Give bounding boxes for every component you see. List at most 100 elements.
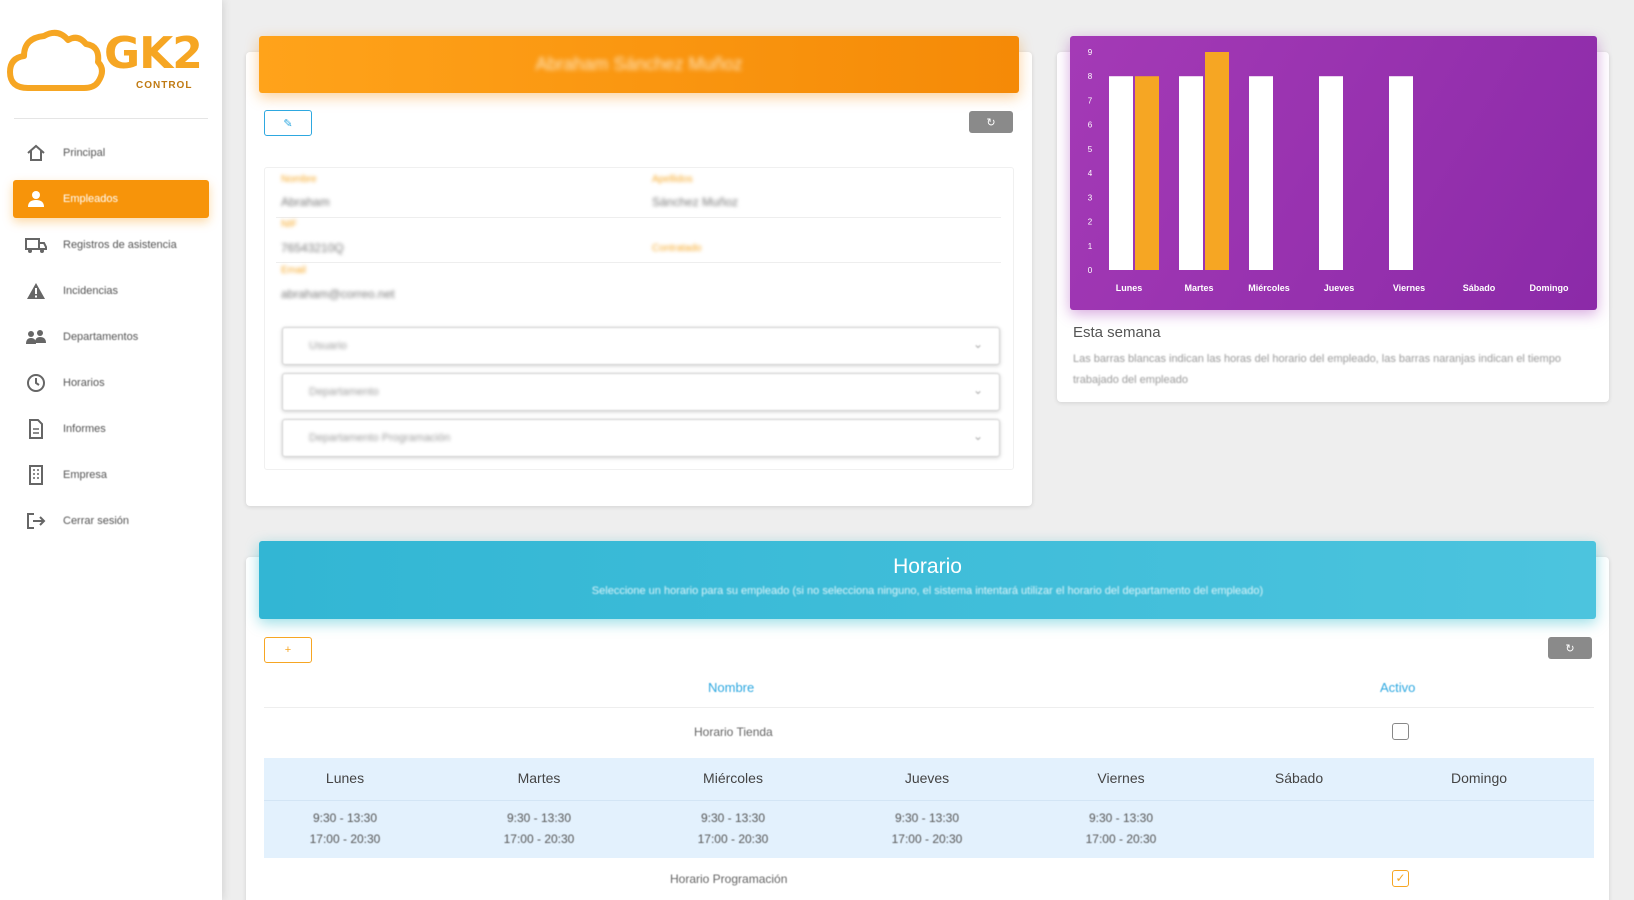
column-header-nombre[interactable]: Nombre <box>708 680 754 695</box>
sidebar-item-label: Empresa <box>63 469 108 481</box>
sidebar-divider <box>14 118 208 119</box>
department-select-value: Departamento <box>309 386 379 398</box>
day-header: Lunes <box>325 770 365 786</box>
sidebar-item-horarios[interactable]: Horarios <box>13 364 209 402</box>
user-select-value: Usuario <box>309 340 347 352</box>
weekly-hours-chart: 0 1 2 3 4 5 6 7 8 9 Lunes Martes Miércoles Jueves Vier… <box>1070 36 1597 310</box>
day-separator <box>264 800 1594 801</box>
department-select[interactable]: Departamento ⌄ <box>282 373 1000 411</box>
pencil-icon: ✎ <box>283 117 293 130</box>
sidebar: GK2 CONTROL Principal Empleados Registro… <box>0 0 222 900</box>
day-header: Martes <box>517 770 561 786</box>
user-icon <box>25 189 47 209</box>
employee-name: Abraham Sánchez Muñoz <box>535 54 743 74</box>
y-tick-label: 8 <box>1088 72 1093 81</box>
y-tick-label: 1 <box>1088 242 1093 251</box>
schedule-hours-bar[interactable] <box>1109 76 1133 270</box>
check-icon: ✓ <box>1395 871 1406 885</box>
logout-icon <box>25 511 47 531</box>
sidebar-item-incidencias[interactable]: Incidencias <box>13 272 209 310</box>
sidebar-item-departamentos[interactable]: Departamentos <box>13 318 209 356</box>
schedule-hours-bar[interactable] <box>1319 76 1343 270</box>
y-tick-label: 4 <box>1088 169 1093 178</box>
x-tick-label: Sábado <box>1463 283 1496 293</box>
building-icon <box>25 465 47 485</box>
edit-button[interactable]: ✎ <box>264 110 312 136</box>
schedule-header: Horario Seleccione un horario para su em… <box>259 541 1596 619</box>
x-tick-label: Lunes <box>1116 283 1143 293</box>
sidebar-nav: Principal Empleados Registros de asisten… <box>13 134 209 548</box>
refresh-schedule-button[interactable]: ↻ <box>1548 637 1592 659</box>
worked-hours-bar[interactable] <box>1135 76 1159 270</box>
home-icon <box>25 143 47 163</box>
clock-icon <box>25 373 47 393</box>
sidebar-item-label: Principal <box>63 147 106 159</box>
schedule-hours-bar[interactable] <box>1249 76 1273 270</box>
sidebar-item-label: Registros de asistencia <box>63 239 177 251</box>
schedule-subtitle: Seleccione un horario para su empleado (… <box>591 585 1264 597</box>
sidebar-item-registros[interactable]: Registros de asistencia <box>13 226 209 264</box>
day-header: Sábado <box>1274 770 1324 786</box>
logo-subtext: CONTROL <box>136 80 193 91</box>
department-programming-select[interactable]: Departamento Programación ⌄ <box>282 419 1000 457</box>
x-tick-label: Miércoles <box>1248 283 1290 293</box>
sidebar-item-empleados[interactable]: Empleados <box>13 180 209 218</box>
schedule-row-name: Horario Tienda <box>694 725 773 739</box>
schedule-active-checkbox-checked[interactable]: ✓ <box>1392 870 1409 887</box>
sidebar-item-principal[interactable]: Principal <box>13 134 209 172</box>
sidebar-item-informes[interactable]: Informes <box>13 410 209 448</box>
day-header: Jueves <box>904 770 950 786</box>
warning-icon <box>25 281 47 301</box>
schedule-title: Horario <box>893 555 962 578</box>
y-tick-label: 3 <box>1088 193 1093 202</box>
day-times: 9:30 - 13:30 17:00 - 20:30 <box>697 811 769 846</box>
day-times: 9:30 - 13:30 17:00 - 20:30 <box>1085 811 1157 846</box>
x-tick-label: Domingo <box>1530 283 1569 293</box>
document-icon <box>25 419 47 439</box>
chart-title: Esta semana <box>1073 324 1161 341</box>
refresh-profile-button[interactable]: ↻ <box>969 111 1013 133</box>
sidebar-item-label: Departamentos <box>63 331 139 343</box>
day-times: 9:30 - 13:30 17:00 - 20:30 <box>891 811 963 846</box>
x-tick-label: Viernes <box>1393 283 1425 293</box>
y-tick-label: 9 <box>1088 48 1093 57</box>
schedule-hours-bar[interactable] <box>1389 76 1413 270</box>
y-tick-label: 6 <box>1088 121 1093 130</box>
day-header: Domingo <box>1450 770 1508 786</box>
sidebar-item-label: Informes <box>63 423 106 435</box>
truck-icon <box>25 235 47 255</box>
schedule-active-checkbox[interactable] <box>1392 723 1409 740</box>
add-schedule-button[interactable]: + <box>264 637 312 663</box>
y-tick-label: 2 <box>1088 218 1093 227</box>
chart-description: Las barras blancas indican las horas del… <box>1073 353 1561 386</box>
schedule-days-table: Lunes Martes Miércoles Jueves Viernes Sá… <box>264 758 1594 858</box>
column-header-activo[interactable]: Activo <box>1380 680 1415 695</box>
schedule-row-name: Horario Programación <box>670 872 788 886</box>
chevron-down-icon: ⌄ <box>972 383 983 397</box>
department-programming-select-value: Departamento Programación <box>309 432 451 444</box>
chart-svg: 0 1 2 3 4 5 6 7 8 9 Lunes Martes Miércoles Jueves Vier… <box>1088 48 1569 293</box>
day-times: 9:30 - 13:30 17:00 - 20:30 <box>309 811 381 846</box>
x-tick-label: Jueves <box>1324 283 1355 293</box>
employee-name-header: Abraham Sánchez Muñoz <box>259 36 1019 93</box>
user-select[interactable]: Usuario ⌄ <box>282 327 1000 365</box>
sidebar-item-label: Incidencias <box>63 285 119 297</box>
refresh-icon: ↻ <box>1565 642 1575 655</box>
day-header: Miércoles <box>703 770 763 786</box>
worked-hours-bar[interactable] <box>1205 52 1229 270</box>
logo-text: GK2 <box>104 28 203 79</box>
day-header: Viernes <box>1097 770 1145 786</box>
logo[interactable]: GK2 CONTROL <box>6 22 211 102</box>
sidebar-item-cerrar-sesion[interactable]: Cerrar sesión <box>13 502 209 540</box>
schedule-hours-bar[interactable] <box>1179 76 1203 270</box>
sidebar-item-label: Cerrar sesión <box>63 515 130 527</box>
app-root: GK2 CONTROL Principal Empleados Registro… <box>0 0 1634 900</box>
x-tick-label: Martes <box>1184 283 1213 293</box>
sidebar-item-empresa[interactable]: Empresa <box>13 456 209 494</box>
sidebar-item-label: Empleados <box>63 193 119 205</box>
refresh-icon: ↻ <box>986 116 996 129</box>
cloud-logo-icon <box>7 29 105 91</box>
y-tick-label: 0 <box>1088 266 1093 275</box>
chevron-down-icon: ⌄ <box>972 337 983 351</box>
chevron-down-icon: ⌄ <box>972 429 983 443</box>
